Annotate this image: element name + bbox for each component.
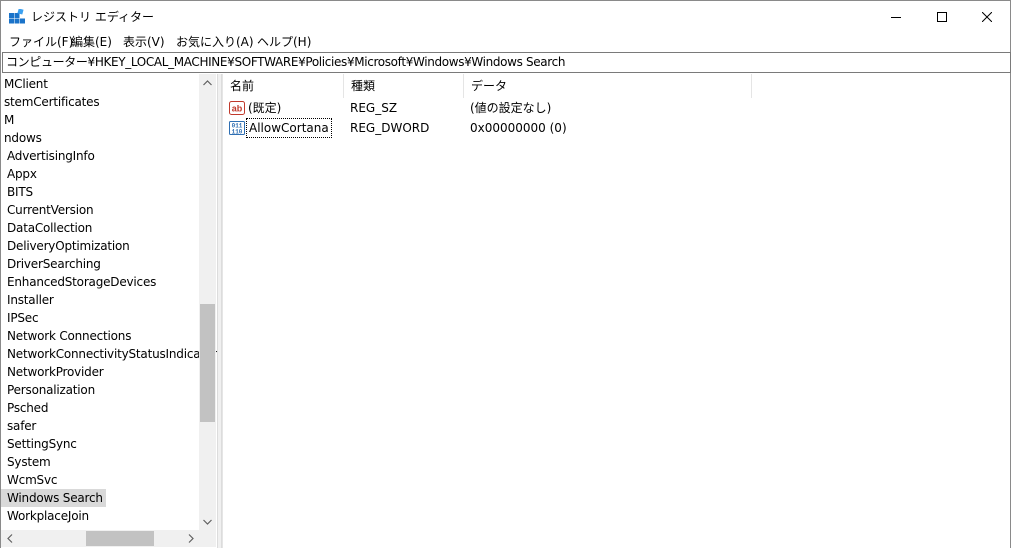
- vertical-scroll-thumb[interactable]: [200, 304, 215, 422]
- close-button[interactable]: [964, 1, 1010, 32]
- value-row[interactable]: ab (既定) REG_SZ (値の設定なし): [223, 98, 783, 118]
- dword-value-icon: 011 110: [229, 121, 245, 136]
- window-title: レジストリ エディター: [31, 10, 154, 24]
- list-header: 名前 種類 データ: [223, 74, 1011, 98]
- scroll-left-button[interactable]: [1, 530, 18, 547]
- column-header-name[interactable]: 名前: [223, 74, 344, 98]
- tree-item[interactable]: WorkplaceJoin: [4, 507, 92, 525]
- value-name: (既定): [248, 101, 282, 115]
- menu-edit[interactable]: 編集(E): [71, 34, 112, 50]
- title-bar[interactable]: レジストリ エディター: [1, 1, 1010, 32]
- tree-item-selected[interactable]: Windows Search: [1, 489, 106, 507]
- address-path[interactable]: コンピューター¥HKEY_LOCAL_MACHINE¥SOFTWARE¥Poli…: [6, 55, 565, 70]
- tree-item[interactable]: stemCertificates: [1, 93, 102, 111]
- tree-item[interactable]: DataCollection: [4, 219, 95, 237]
- menu-bar: ファイル(F) 編集(E) 表示(V) お気に入り(A) ヘルプ(H): [1, 32, 1010, 52]
- string-value-icon: ab: [229, 101, 245, 115]
- column-header-data[interactable]: データ: [464, 74, 752, 98]
- minimize-button[interactable]: [873, 1, 919, 32]
- tree-item[interactable]: Personalization: [4, 381, 98, 399]
- value-list-pane[interactable]: 名前 種類 データ ab (既定) REG_SZ (値の設定なし) 011 11…: [222, 74, 1010, 548]
- tree-item[interactable]: NetworkProvider: [4, 363, 107, 381]
- tree-horizontal-scrollbar[interactable]: [1, 530, 199, 547]
- tree-item[interactable]: Installer: [4, 291, 57, 309]
- tree-item[interactable]: Appx: [4, 165, 40, 183]
- tree-item[interactable]: MClient: [1, 75, 51, 93]
- menu-view[interactable]: 表示(V): [123, 34, 165, 50]
- scroll-corner: [199, 530, 216, 547]
- tree-item[interactable]: WcmSvc: [4, 471, 60, 489]
- tree-item[interactable]: AdvertisingInfo: [4, 147, 98, 165]
- tree-item[interactable]: EnhancedStorageDevices: [4, 273, 159, 291]
- chevron-right-icon: [188, 534, 194, 543]
- minimize-icon: [891, 16, 901, 18]
- tree-item[interactable]: M: [1, 111, 17, 129]
- value-data: (値の設定なし): [470, 101, 552, 115]
- registry-editor-icon: [9, 9, 25, 24]
- value-name-focused: AllowCortana: [246, 118, 332, 138]
- chevron-left-icon: [6, 534, 12, 543]
- value-data: 0x00000000 (0): [470, 121, 567, 135]
- chevron-up-icon: [203, 79, 212, 85]
- scroll-down-button[interactable]: [199, 513, 216, 530]
- value-type: REG_SZ: [350, 101, 398, 115]
- horizontal-scroll-thumb[interactable]: [86, 531, 154, 546]
- tree-item[interactable]: ndows: [1, 129, 45, 147]
- close-icon: [982, 11, 992, 22]
- menu-file[interactable]: ファイル(F): [9, 34, 73, 50]
- tree-vertical-scrollbar[interactable]: [199, 74, 216, 530]
- value-type: REG_DWORD: [350, 121, 430, 135]
- tree-item[interactable]: safer: [4, 417, 39, 435]
- maximize-icon: [937, 11, 947, 22]
- tree-item[interactable]: Psched: [4, 399, 51, 417]
- tree-item[interactable]: IPSec: [4, 309, 41, 327]
- maximize-button[interactable]: [919, 1, 965, 32]
- tree-item[interactable]: SettingSync: [4, 435, 80, 453]
- tree-item[interactable]: CurrentVersion: [4, 201, 96, 219]
- value-row[interactable]: 011 110 AllowCortana REG_DWORD 0x0000000…: [223, 118, 783, 138]
- tree-item[interactable]: DriverSearching: [4, 255, 104, 273]
- menu-help[interactable]: ヘルプ(H): [257, 34, 311, 50]
- key-tree-pane[interactable]: MClient stemCertificates M ndows Adverti…: [1, 74, 217, 548]
- svg-text:110: 110: [232, 129, 243, 136]
- menu-favorites[interactable]: お気に入り(A): [176, 34, 254, 50]
- address-bar[interactable]: コンピューター¥HKEY_LOCAL_MACHINE¥SOFTWARE¥Poli…: [2, 52, 1011, 73]
- tree-item[interactable]: BITS: [4, 183, 36, 201]
- scroll-right-button[interactable]: [182, 530, 199, 547]
- tree-item[interactable]: NetworkConnectivityStatusIndicator: [4, 345, 217, 363]
- registry-editor-window: レジストリ エディター ファイル(F) 編集(E) 表示(V) お気に入り(A)…: [0, 0, 1011, 548]
- tree-item[interactable]: DeliveryOptimization: [4, 237, 133, 255]
- tree-item[interactable]: Network Connections: [4, 327, 134, 345]
- scroll-up-button[interactable]: [199, 74, 216, 91]
- svg-text:ab: ab: [232, 104, 243, 114]
- chevron-down-icon: [203, 519, 212, 525]
- column-header-type[interactable]: 種類: [344, 74, 464, 98]
- tree-item[interactable]: System: [4, 453, 54, 471]
